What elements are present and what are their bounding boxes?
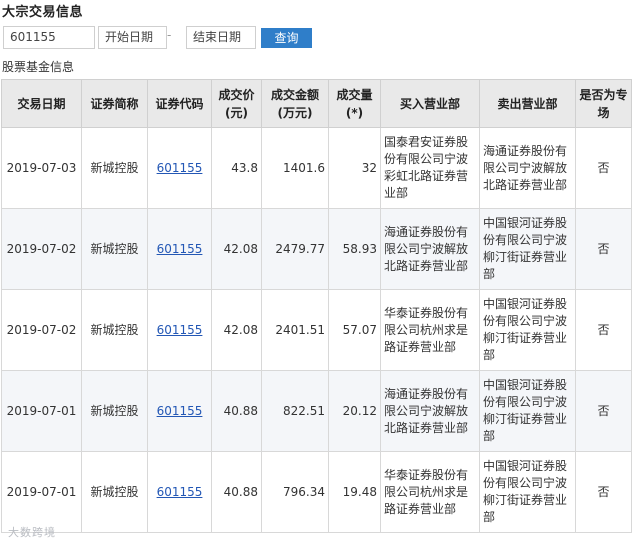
cell-seller: 中国银河证券股份有限公司宁波柳汀街证券营业部 [479,451,576,533]
table-row: 2019-07-02 新城控股 601155 42.08 2479.77 58.… [1,208,632,290]
cell-amount: 796.34 [261,451,329,533]
header-security-name[interactable]: 证券简称 [81,79,148,128]
table-row: 2019-07-02 新城控股 601155 42.08 2401.51 57.… [1,289,632,371]
cell-trade-date: 2019-07-03 [1,127,82,209]
cell-volume: 57.07 [328,289,381,371]
header-volume[interactable]: 成交量(*) [328,79,381,128]
date-range-separator: - [167,28,172,42]
cell-volume: 20.12 [328,370,381,452]
start-date-input[interactable]: 开始日期 [98,26,167,49]
cell-price: 43.8 [211,127,262,209]
security-code-link[interactable]: 601155 [157,404,203,418]
page-title: 大宗交易信息 [2,5,84,20]
cell-amount: 2401.51 [261,289,329,371]
security-code-link[interactable]: 601155 [157,161,203,175]
table-row: 2019-07-03 新城控股 601155 43.8 1401.6 32 国泰… [1,127,632,209]
cell-special: 否 [575,127,632,209]
header-buyer[interactable]: 买入营业部 [380,79,480,128]
cell-seller: 中国银河证券股份有限公司宁波柳汀街证券营业部 [479,289,576,371]
cell-amount: 2479.77 [261,208,329,290]
cell-buyer: 国泰君安证券股份有限公司宁波彩虹北路证券营业部 [380,127,480,209]
cell-special: 否 [575,370,632,452]
end-date-input[interactable]: 结束日期 [186,26,256,49]
cell-buyer: 华泰证券股份有限公司杭州求是路证券营业部 [380,289,480,371]
cell-security-name: 新城控股 [81,370,148,452]
cell-price: 42.08 [211,289,262,371]
cell-trade-date: 2019-07-02 [1,289,82,371]
table-header-row: 交易日期 证券简称 证券代码 成交价(元) 成交金额(万元) 成交量(*) 买入… [1,79,632,128]
cell-price: 40.88 [211,451,262,533]
cell-price: 40.88 [211,370,262,452]
table-row: 2019-07-01 新城控股 601155 40.88 822.51 20.1… [1,370,632,452]
cell-seller: 中国银河证券股份有限公司宁波柳汀街证券营业部 [479,370,576,452]
section-title: 股票基金信息 [2,60,75,74]
header-security-code[interactable]: 证券代码 [147,79,212,128]
query-button[interactable]: 查询 [261,28,312,48]
cell-special: 否 [575,208,632,290]
security-code-link[interactable]: 601155 [157,485,203,499]
cell-volume: 19.48 [328,451,381,533]
cell-security-name: 新城控股 [81,451,148,533]
cell-special: 否 [575,451,632,533]
cell-buyer: 海通证券股份有限公司宁波解放北路证券营业部 [380,208,480,290]
cell-volume: 32 [328,127,381,209]
header-trade-date[interactable]: 交易日期 [1,79,82,128]
block-trade-table: 交易日期 证券简称 证券代码 成交价(元) 成交金额(万元) 成交量(*) 买入… [1,79,632,533]
security-code-input[interactable]: 601155 [3,26,95,49]
cell-amount: 1401.6 [261,127,329,209]
cell-seller: 海通证券股份有限公司宁波解放北路证券营业部 [479,127,576,209]
table-row: 2019-07-01 新城控股 601155 40.88 796.34 19.4… [1,451,632,533]
cell-trade-date: 2019-07-01 [1,451,82,533]
cell-trade-date: 2019-07-02 [1,208,82,290]
watermark: 大数跨境 [8,526,56,539]
cell-seller: 中国银河证券股份有限公司宁波柳汀街证券营业部 [479,208,576,290]
security-code-link[interactable]: 601155 [157,323,203,337]
cell-volume: 58.93 [328,208,381,290]
cell-amount: 822.51 [261,370,329,452]
header-seller[interactable]: 卖出营业部 [479,79,576,128]
cell-buyer: 海通证券股份有限公司宁波解放北路证券营业部 [380,370,480,452]
cell-special: 否 [575,289,632,371]
cell-trade-date: 2019-07-01 [1,370,82,452]
cell-price: 42.08 [211,208,262,290]
cell-security-name: 新城控股 [81,127,148,209]
header-amount[interactable]: 成交金额(万元) [261,79,329,128]
header-special[interactable]: 是否为专场 [575,79,632,128]
cell-security-name: 新城控股 [81,289,148,371]
cell-security-name: 新城控股 [81,208,148,290]
security-code-link[interactable]: 601155 [157,242,203,256]
cell-buyer: 华泰证券股份有限公司杭州求是路证券营业部 [380,451,480,533]
header-price[interactable]: 成交价(元) [211,79,262,128]
